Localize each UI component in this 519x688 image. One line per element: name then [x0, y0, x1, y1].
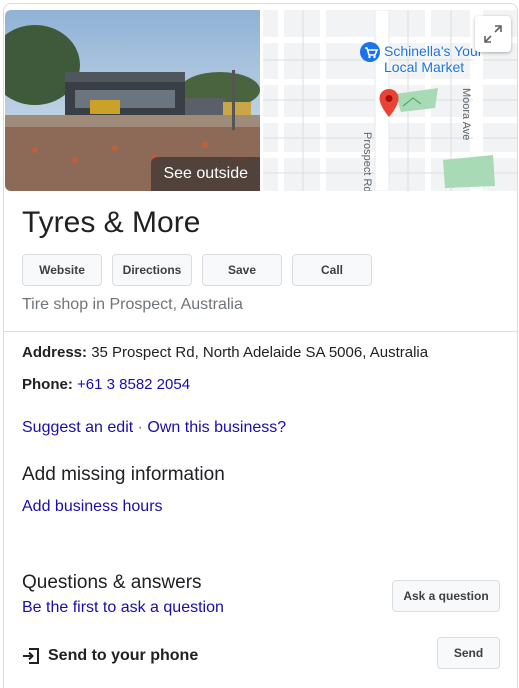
add-missing-info-heading: Add missing information — [22, 464, 225, 485]
edit-links: Suggest an edit · Own this business? — [22, 419, 286, 437]
business-category: Tire shop in Prospect, Australia — [22, 296, 243, 313]
phone-label: Phone: — [22, 376, 73, 393]
send-button[interactable]: Send — [437, 637, 500, 669]
first-question-link[interactable]: Be the first to ask a question — [22, 599, 224, 617]
knowledge-panel: See outside Schinella's Your Local Marke… — [3, 3, 518, 688]
location-pin-icon — [379, 89, 399, 117]
questions-answers-heading: Questions & answers — [22, 572, 202, 593]
divider — [4, 331, 517, 332]
suggest-edit-link[interactable]: Suggest an edit — [22, 419, 133, 436]
expand-map-button[interactable] — [475, 16, 511, 52]
action-buttons: Website Directions Save Call — [22, 254, 372, 286]
address-label: Address: — [22, 344, 88, 361]
grocery-poi-icon — [360, 42, 380, 62]
map-poi-label-1: Schinella's Your — [384, 43, 483, 59]
ask-question-button[interactable]: Ask a question — [392, 580, 500, 612]
send-to-phone-label: Send to your phone — [48, 647, 199, 664]
website-button[interactable]: Website — [22, 254, 102, 286]
street-view-photo[interactable]: See outside — [5, 10, 260, 191]
map-street-prospect: Prospect Rd — [361, 132, 373, 191]
map-street-moora: Moora Ave — [460, 88, 472, 141]
phone-row: Phone: +61 3 8582 2054 — [22, 376, 190, 393]
hero-images: See outside Schinella's Your Local Marke… — [4, 4, 517, 191]
directions-button[interactable]: Directions — [112, 254, 192, 286]
edit-separator: · — [133, 419, 148, 436]
send-to-phone-icon — [23, 648, 39, 664]
phone-link[interactable]: +61 3 8582 2054 — [77, 376, 190, 393]
address-row: Address: 35 Prospect Rd, North Adelaide … — [22, 344, 428, 361]
add-business-hours-link[interactable]: Add business hours — [22, 498, 163, 516]
send-to-phone-row[interactable]: Send to your phone — [22, 647, 198, 665]
save-button[interactable]: Save — [202, 254, 282, 286]
call-button[interactable]: Call — [292, 254, 372, 286]
own-business-link[interactable]: Own this business? — [147, 419, 286, 436]
see-outside-label[interactable]: See outside — [151, 157, 260, 191]
map-thumbnail[interactable]: Schinella's Your Local Market Prospect R… — [263, 10, 517, 191]
business-name: Tyres & More — [22, 206, 201, 239]
address-value[interactable]: 35 Prospect Rd, North Adelaide SA 5006, … — [91, 344, 428, 361]
map-poi-label-2: Local Market — [384, 59, 465, 75]
expand-icon — [484, 25, 502, 43]
